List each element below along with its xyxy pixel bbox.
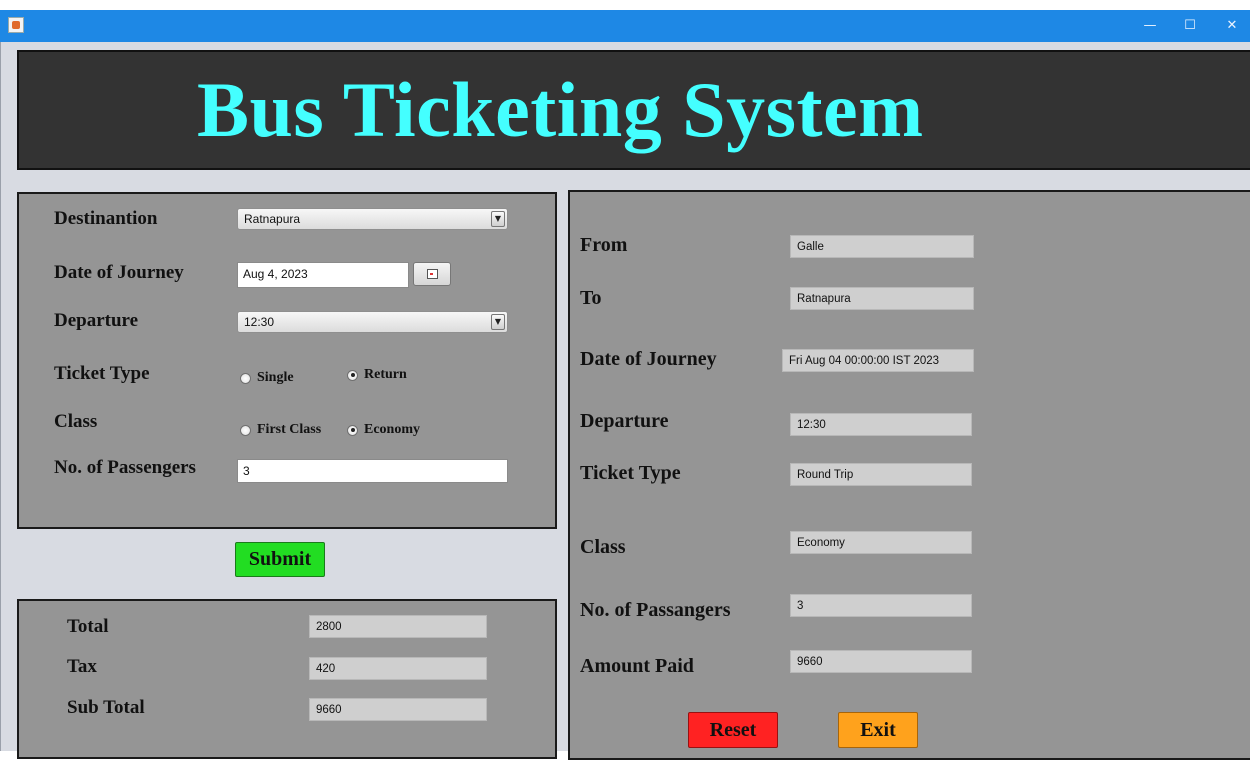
- window-title-bar: — ☐ ✕: [0, 10, 1250, 42]
- chevron-down-icon[interactable]: ▼: [491, 211, 505, 227]
- chevron-down-icon[interactable]: ▼: [491, 314, 505, 330]
- summary-to-field[interactable]: Ratnapura: [790, 287, 974, 310]
- summary-departure-label: Departure: [580, 410, 669, 432]
- total-label: Total: [67, 616, 109, 637]
- total-field[interactable]: 2800: [309, 615, 487, 638]
- header-banner: Bus Ticketing System: [17, 50, 1250, 170]
- tax-label: Tax: [67, 656, 97, 677]
- java-app-icon: [8, 17, 24, 33]
- summary-date-field[interactable]: Fri Aug 04 00:00:00 IST 2023: [782, 349, 974, 372]
- summary-class-field[interactable]: Economy: [790, 531, 972, 554]
- reset-button[interactable]: Reset: [688, 712, 778, 748]
- class-economy-radio[interactable]: Economy: [347, 422, 420, 438]
- radio-icon: [240, 424, 251, 436]
- maximize-icon[interactable]: ☐: [1180, 16, 1200, 36]
- summary-amount-label: Amount Paid: [580, 655, 694, 677]
- summary-passengers-label: No. of Passangers: [580, 599, 731, 621]
- ticket-type-return-label: Return: [364, 367, 407, 382]
- ticket-type-single-radio[interactable]: Single: [240, 370, 294, 386]
- ticket-type-single-label: Single: [257, 370, 294, 385]
- summary-date-label: Date of Journey: [580, 348, 717, 370]
- minimize-icon[interactable]: —: [1140, 16, 1160, 36]
- summary-ticket-type-field[interactable]: Round Trip: [790, 463, 972, 486]
- radio-icon: [240, 372, 251, 384]
- passengers-label: No. of Passengers: [54, 457, 196, 478]
- departure-select-value: 12:30: [244, 315, 275, 329]
- ticket-type-return-radio[interactable]: Return: [347, 367, 407, 383]
- radio-selected-icon: [347, 424, 358, 436]
- summary-amount-field[interactable]: 9660: [790, 650, 972, 673]
- summary-ticket-type-label: Ticket Type: [580, 462, 681, 484]
- class-label: Class: [54, 411, 98, 432]
- close-icon[interactable]: ✕: [1222, 16, 1242, 36]
- summary-departure-field[interactable]: 12:30: [790, 413, 972, 436]
- passengers-input[interactable]: 3: [237, 459, 508, 483]
- summary-from-label: From: [580, 234, 628, 256]
- class-first-label: First Class: [257, 422, 322, 437]
- summary-passengers-field[interactable]: 3: [790, 594, 972, 617]
- subtotal-label: Sub Total: [67, 697, 145, 718]
- summary-class-label: Class: [580, 536, 626, 558]
- subtotal-field[interactable]: 9660: [309, 698, 487, 721]
- class-economy-label: Economy: [364, 422, 420, 437]
- submit-button[interactable]: Submit: [235, 542, 325, 577]
- tax-field[interactable]: 420: [309, 657, 487, 680]
- radio-selected-icon: [347, 369, 358, 381]
- calendar-button[interactable]: [413, 262, 451, 286]
- date-of-journey-input[interactable]: Aug 4, 2023: [237, 262, 409, 288]
- departure-label: Departure: [54, 310, 139, 331]
- destination-select[interactable]: Ratnapura ▼: [237, 208, 508, 230]
- class-first-radio[interactable]: First Class: [240, 422, 321, 438]
- page-title: Bus Ticketing System: [197, 66, 924, 153]
- destination-label: Destinantion: [54, 208, 158, 229]
- destination-select-value: Ratnapura: [244, 212, 301, 226]
- summary-from-field[interactable]: Galle: [790, 235, 974, 258]
- departure-select[interactable]: 12:30 ▼: [237, 311, 508, 333]
- ticket-type-label: Ticket Type: [54, 363, 150, 384]
- exit-button[interactable]: Exit: [838, 712, 918, 748]
- date-of-journey-label: Date of Journey: [54, 262, 184, 283]
- summary-to-label: To: [580, 287, 602, 309]
- calendar-icon: [427, 269, 438, 279]
